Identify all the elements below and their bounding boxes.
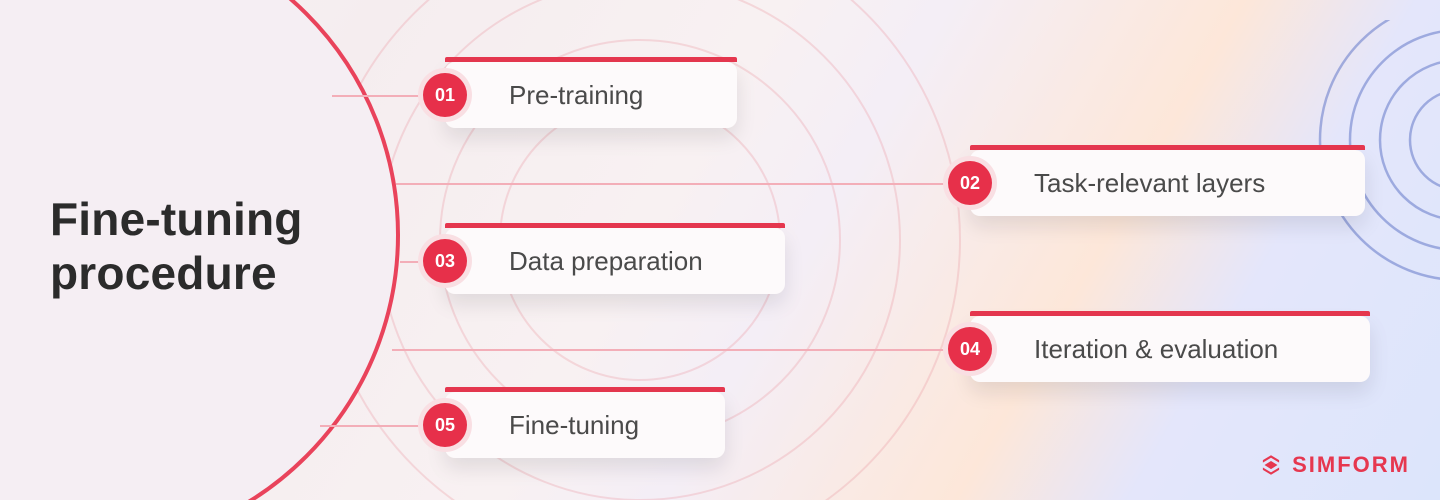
step-1: Pre-training 01	[445, 62, 737, 128]
step-1-number: 01	[423, 73, 467, 117]
step-5-number: 05	[423, 403, 467, 447]
step-2-number: 02	[948, 161, 992, 205]
step-4: Iteration & evaluation 04	[970, 316, 1370, 382]
connector-step-4	[392, 349, 956, 351]
connector-step-5	[320, 425, 432, 427]
step-3-label: Data preparation	[509, 246, 703, 277]
step-2-card: Task-relevant layers	[970, 150, 1365, 216]
step-3-card: Data preparation	[445, 228, 785, 294]
step-5-card: Fine-tuning	[445, 392, 725, 458]
step-1-label: Pre-training	[509, 80, 643, 111]
step-2: Task-relevant layers 02	[970, 150, 1365, 216]
step-2-label: Task-relevant layers	[1034, 168, 1265, 199]
connector-step-2	[396, 183, 956, 185]
step-1-card: Pre-training	[445, 62, 737, 128]
step-3-number: 03	[423, 239, 467, 283]
connector-step-1	[332, 95, 432, 97]
step-3: Data preparation 03	[445, 228, 785, 294]
step-4-card: Iteration & evaluation	[970, 316, 1370, 382]
step-4-label: Iteration & evaluation	[1034, 334, 1278, 365]
brand-mark-icon	[1258, 452, 1284, 478]
step-4-number: 04	[948, 327, 992, 371]
page-title: Fine-tuning procedure	[50, 192, 303, 301]
page-title-line2: procedure	[50, 247, 277, 299]
page-title-line1: Fine-tuning	[50, 193, 303, 245]
step-5: Fine-tuning 05	[445, 392, 725, 458]
brand-text: SIMFORM	[1292, 452, 1410, 478]
brand-logo: SIMFORM	[1258, 452, 1410, 478]
step-5-label: Fine-tuning	[509, 410, 639, 441]
